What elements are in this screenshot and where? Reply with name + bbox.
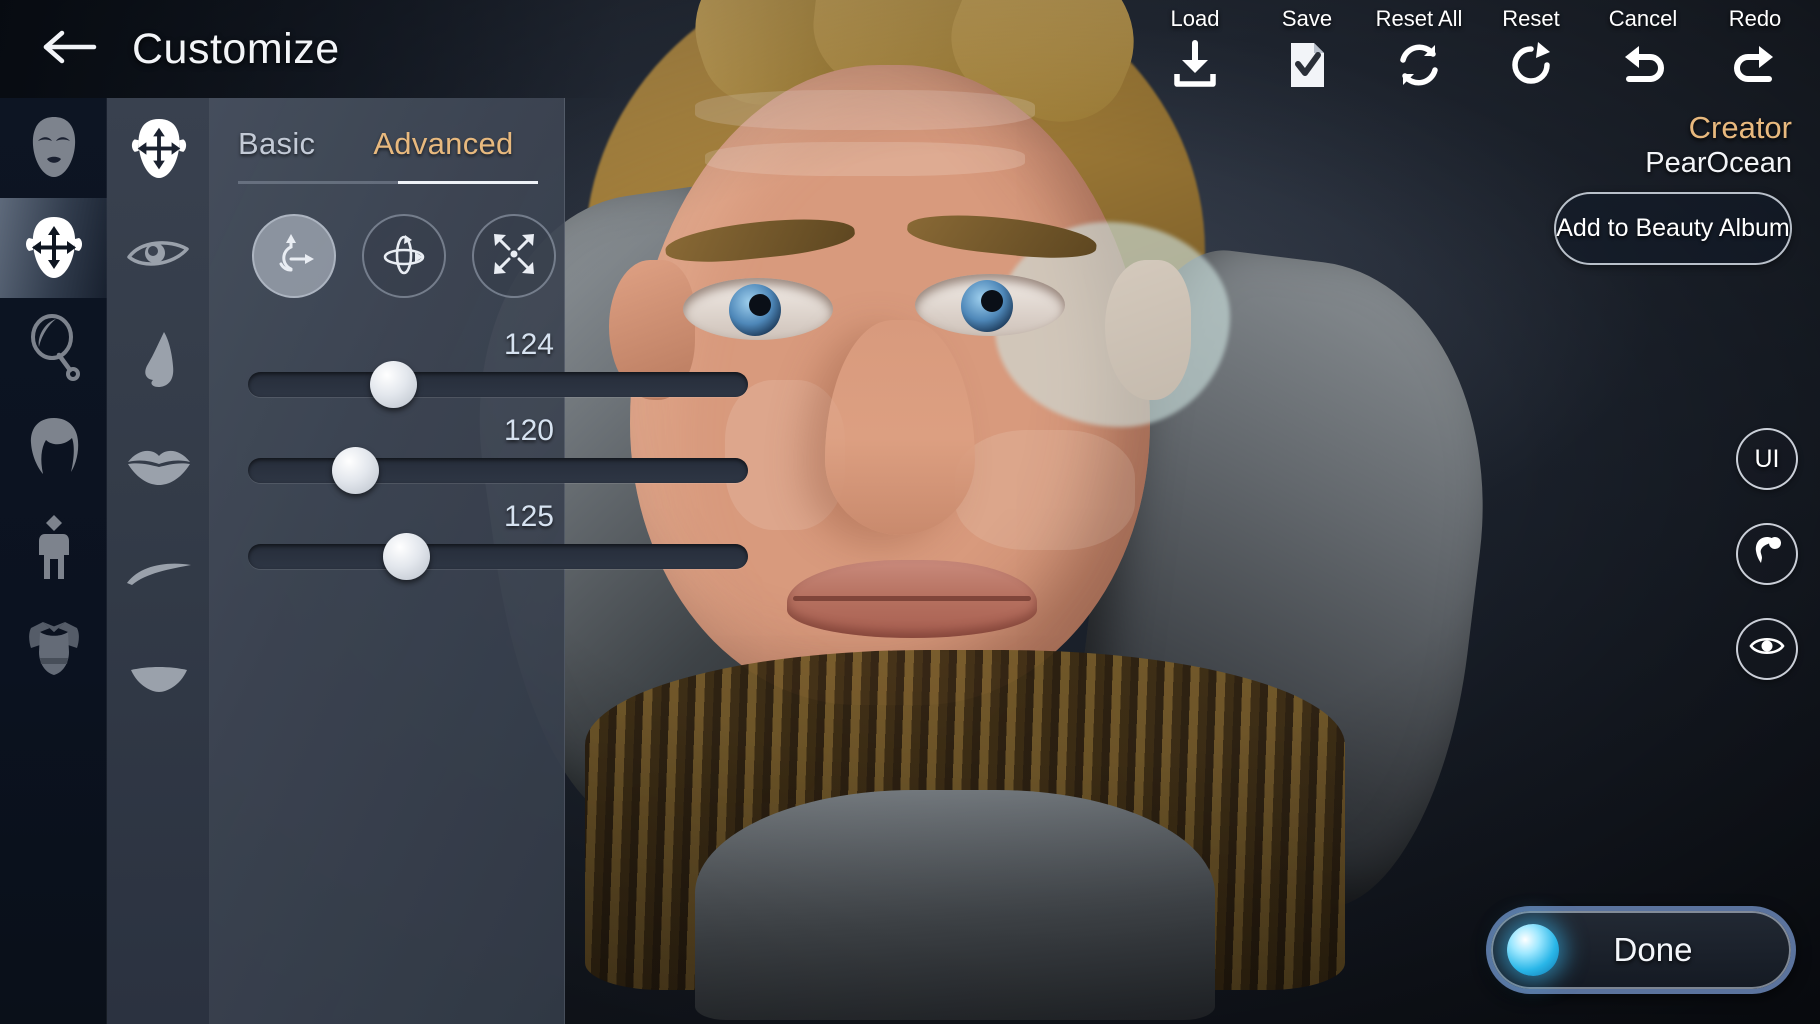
undo-icon [1617,40,1669,95]
slider-2-track[interactable] [248,458,748,483]
redo-label: Redo [1728,6,1782,31]
page-title: Customize [132,24,340,73]
rotate-tool-button[interactable] [362,214,446,298]
head-profile-icon [1750,534,1784,575]
armor-icon [23,618,85,678]
slider-2-thumb[interactable] [332,447,379,494]
nose-icon [134,330,184,397]
creator-title: Creator [1688,110,1792,145]
reset-all-label: Reset All [1375,6,1463,31]
scale-tool-button[interactable] [472,214,556,298]
sidebar-item-hair[interactable] [0,398,107,498]
subsidebar-item-eyes[interactable] [107,204,210,310]
tab-advanced[interactable]: Advanced [373,126,513,178]
subsidebar-item-nose[interactable] [107,310,210,416]
add-to-beauty-album-button[interactable]: Add to Beauty Album [1554,191,1792,265]
redo-icon [1729,40,1781,95]
visibility-button[interactable] [1736,618,1798,680]
viewport-side-buttons: UI [1736,428,1798,680]
top-toolbar: Load Save Reset All Reset Cancel Redo [1156,6,1794,95]
sidebar-item-face-shape[interactable] [0,198,107,298]
eye-icon [1749,634,1785,665]
slider-1-thumb[interactable] [370,361,417,408]
face-icon [25,115,83,181]
page-header: Customize [0,0,620,98]
download-icon [1169,40,1221,95]
hair-icon [24,416,84,480]
face-move-icon [129,116,189,187]
subsidebar-item-mouth-shape[interactable] [107,628,210,734]
hand-mirror-icon [26,313,82,383]
slider-3-thumb[interactable] [383,533,430,580]
transform-tools [210,178,564,298]
body-icon [30,513,78,583]
rotate-3d-icon [378,229,430,284]
subsidebar-item-lips[interactable] [107,416,210,522]
refresh-double-icon [1393,40,1445,95]
subsidebar-item-eyebrows[interactable] [107,522,210,628]
done-orb-icon [1507,924,1559,976]
redo-button[interactable]: Redo [1716,6,1794,95]
sidebar-item-outfit[interactable] [0,598,107,698]
load-button[interactable]: Load [1156,6,1234,95]
sidebar-item-body[interactable] [0,498,107,598]
slider-row-2: 120 [210,414,748,500]
slider-row-1: 124 [210,328,748,414]
slider-3-value: 125 [503,500,554,533]
eye-icon [125,235,193,280]
done-button[interactable]: Done [1486,906,1796,994]
panel-tabs: Basic Advanced [210,98,564,184]
arrow-left-icon[interactable] [42,27,98,72]
mouth-icon [128,664,190,699]
slider-group: 124 120 125 [210,298,748,586]
cancel-label: Cancel [1608,6,1678,31]
subsidebar-item-face-overall[interactable] [107,98,210,204]
main-sidebar [0,98,107,1024]
cancel-button[interactable]: Cancel [1604,6,1682,95]
slider-row-3: 125 [210,500,748,586]
head-view-button[interactable] [1736,523,1798,585]
save-label: Save [1281,6,1333,31]
slider-1-value: 124 [503,328,554,361]
sidebar-item-makeup[interactable] [0,298,107,398]
tab-basic[interactable]: Basic [238,126,315,178]
tab-underline [238,181,538,184]
load-label: Load [1170,6,1220,31]
feature-sidebar [107,98,210,1024]
reset-label: Reset [1502,6,1560,31]
move-tool-button[interactable] [252,214,336,298]
face-move-icon [23,214,85,282]
slider-3-track[interactable] [248,544,748,569]
tab-underline-active [398,181,538,184]
lips-icon [124,447,194,492]
customize-screen: Customize Load Save Reset All Reset Canc… [0,0,1820,1024]
sidebar-item-face-preset[interactable] [0,98,107,198]
reset-all-button[interactable]: Reset All [1376,6,1462,95]
slider-2-value: 120 [503,414,554,447]
slider-1-track[interactable] [248,372,748,397]
eyebrow-icon [124,559,194,592]
save-button[interactable]: Save [1268,6,1346,95]
document-check-icon [1281,40,1333,95]
scale-icon [489,229,539,284]
ui-toggle-button[interactable]: UI [1736,428,1798,490]
reset-button[interactable]: Reset [1492,6,1570,95]
move-axis-icon [269,229,319,284]
done-label: Done [1613,931,1693,968]
creator-block: Creator PearOcean Add to Beauty Album [1554,110,1792,265]
creator-name: PearOcean [1645,146,1792,179]
refresh-single-icon [1505,40,1557,95]
control-panel: Basic Advanced 124 120 125 [210,98,748,1024]
